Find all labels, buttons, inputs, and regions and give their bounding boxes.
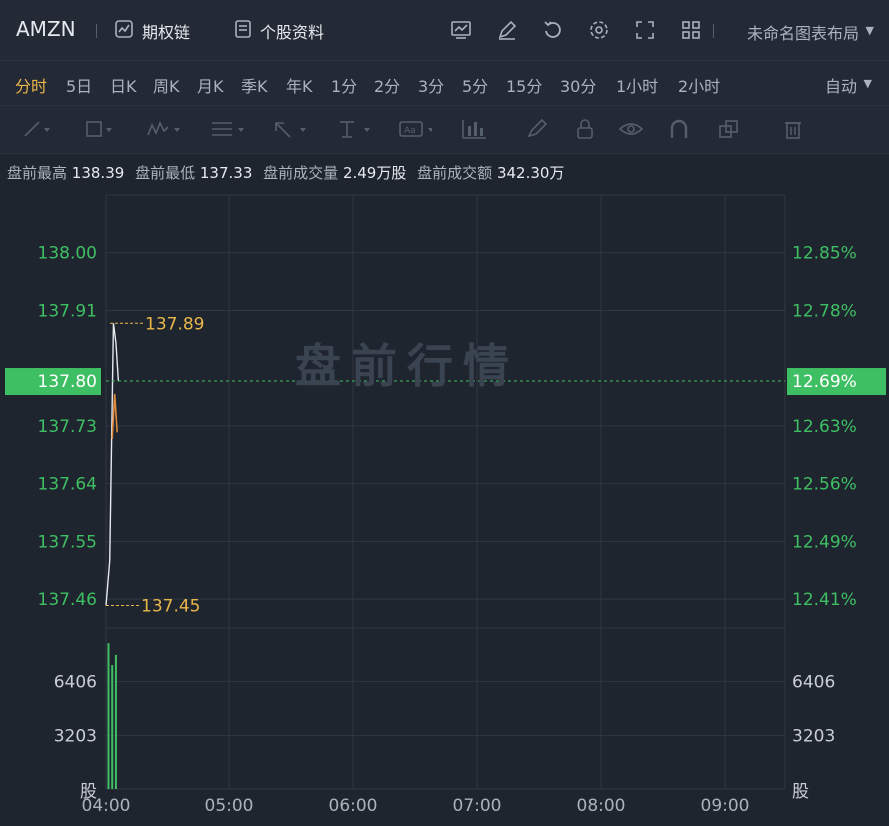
- period-tab[interactable]: 5分: [462, 73, 488, 97]
- time-tick-label: 06:00: [329, 796, 378, 816]
- document-icon: [234, 19, 252, 43]
- period-tab[interactable]: 月K: [197, 73, 224, 97]
- drawing-toolbar: Aa: [0, 106, 889, 154]
- time-tick-label: 04:00: [82, 796, 131, 816]
- percent-tick-label: 12.85%: [792, 244, 857, 264]
- time-tick-label: 09:00: [701, 796, 750, 816]
- price-tick-label: 137.46: [38, 590, 97, 610]
- profile-label: 个股资料: [260, 23, 325, 42]
- period-tab[interactable]: 年K: [286, 73, 313, 97]
- price-tick-label: 137.73: [38, 417, 97, 437]
- scale-mode-dropdown[interactable]: 自动: [825, 73, 857, 97]
- svg-text:Aa: Aa: [404, 126, 416, 136]
- max-price-label: 137.89: [145, 314, 204, 334]
- volume-bar: [107, 643, 110, 789]
- period-tab[interactable]: 15分: [506, 73, 542, 97]
- volume-bar: [111, 665, 114, 789]
- trash-icon[interactable]: [776, 116, 810, 142]
- current-price-label: 137.80: [38, 372, 97, 392]
- layout-name-dropdown[interactable]: 未命名图表布局: [747, 20, 859, 44]
- price-tick-label: 137.91: [38, 301, 97, 321]
- volume-tick-label: 3203: [792, 726, 835, 746]
- intraday-chart[interactable]: 138.00 12.85% 137.91 12.78% 137.73 12.63% 137.…: [0, 180, 889, 826]
- indicator-icon[interactable]: [444, 16, 478, 44]
- period-tab[interactable]: 1小时: [616, 73, 658, 97]
- lock-icon[interactable]: [568, 116, 602, 142]
- fullscreen-icon[interactable]: [628, 16, 662, 44]
- percent-tick-label: 12.78%: [792, 301, 857, 321]
- options-chain-button[interactable]: 期权链: [114, 19, 190, 43]
- period-tab[interactable]: 30分: [560, 73, 596, 97]
- divider: [713, 24, 714, 38]
- price-tick-label: 138.00: [38, 244, 97, 264]
- watermark: 盘前行情: [295, 339, 519, 393]
- caret-down-icon[interactable]: ▼: [864, 77, 872, 90]
- caret-down-icon[interactable]: ▼: [866, 24, 874, 37]
- top-icon-group: [444, 16, 708, 44]
- min-price-label: 137.45: [141, 597, 200, 617]
- arrow-tool-icon[interactable]: [272, 116, 306, 142]
- top-bar: AMZN 期权链 个股资料 未命名图表布局 ▼: [0, 0, 889, 61]
- volume-tick-label: 6406: [792, 673, 835, 693]
- volume-tick-label: 6406: [54, 673, 97, 693]
- volume-bar: [114, 654, 117, 789]
- volume-unit-label: 股: [792, 782, 809, 802]
- period-tabs: 分时 5日 日K 周K 月K 季K 年K 1分 2分 3分 5分 15分 30分 1小时 2小时 自动 ▼: [0, 61, 889, 106]
- percent-tick-label: 12.56%: [792, 475, 857, 495]
- period-tab[interactable]: 周K: [153, 73, 180, 97]
- wave-tool-icon[interactable]: [146, 116, 180, 142]
- gear-icon[interactable]: [582, 16, 616, 44]
- period-tab[interactable]: 2分: [374, 73, 400, 97]
- fib-tool-icon[interactable]: [210, 116, 244, 142]
- period-tab[interactable]: 5日: [66, 73, 92, 97]
- price-tick-label: 137.55: [38, 532, 97, 552]
- period-tab[interactable]: 分时: [15, 73, 47, 97]
- eye-icon[interactable]: [614, 116, 648, 142]
- time-tick-label: 08:00: [577, 796, 626, 816]
- percent-tick-label: 12.63%: [792, 417, 857, 437]
- percent-tick-label: 12.49%: [792, 532, 857, 552]
- brush-icon[interactable]: [520, 116, 554, 142]
- time-tick-label: 05:00: [205, 796, 254, 816]
- period-tab[interactable]: 2小时: [678, 73, 720, 97]
- price-line: [105, 323, 120, 606]
- chart-icon: [114, 19, 134, 43]
- period-tab[interactable]: 日K: [110, 73, 137, 97]
- label-tool-icon[interactable]: Aa: [398, 116, 432, 142]
- current-pct-label: 12.69%: [792, 372, 857, 392]
- divider: [96, 24, 97, 38]
- edit-icon[interactable]: [490, 16, 524, 44]
- line-tool-icon[interactable]: [20, 116, 54, 142]
- percent-tick-label: 12.41%: [792, 590, 857, 610]
- bar-pattern-icon[interactable]: [458, 116, 492, 142]
- time-tick-label: 07:00: [453, 796, 502, 816]
- average-line: [111, 393, 118, 439]
- symbol-title[interactable]: AMZN: [16, 17, 76, 41]
- profile-button[interactable]: 个股资料: [234, 19, 324, 43]
- period-tab[interactable]: 季K: [241, 73, 268, 97]
- options-chain-label: 期权链: [142, 23, 191, 42]
- period-tab[interactable]: 3分: [418, 73, 444, 97]
- text-tool-icon[interactable]: [336, 116, 370, 142]
- grid-layout-icon[interactable]: [674, 16, 708, 44]
- refresh-icon[interactable]: [536, 16, 570, 44]
- price-tick-label: 137.64: [38, 475, 97, 495]
- rectangle-tool-icon[interactable]: [82, 116, 116, 142]
- volume-tick-label: 3203: [54, 726, 97, 746]
- period-tab[interactable]: 1分: [331, 73, 357, 97]
- clone-icon[interactable]: [712, 116, 746, 142]
- magnet-icon[interactable]: [662, 116, 696, 142]
